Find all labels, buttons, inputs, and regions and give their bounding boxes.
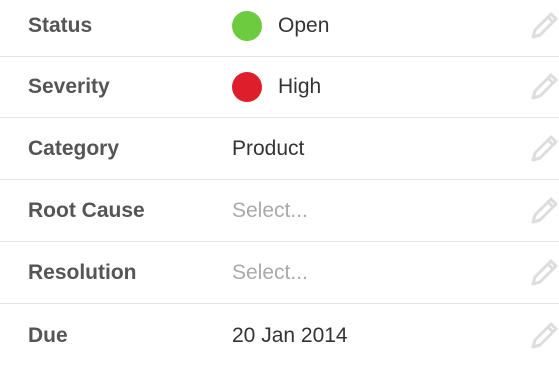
edit-root-cause-pencil-icon[interactable] xyxy=(525,181,559,241)
field-label-severity: Severity xyxy=(28,75,110,98)
field-label-root-cause: Root Cause xyxy=(28,199,145,222)
status-green-dot-icon xyxy=(232,11,262,41)
field-label-category: Category xyxy=(28,137,120,160)
edit-resolution-pencil-icon[interactable] xyxy=(525,243,559,303)
edit-status-pencil-icon[interactable] xyxy=(525,0,559,56)
severity-value-text: High xyxy=(278,75,322,98)
edit-severity-pencil-icon[interactable] xyxy=(525,57,559,117)
field-value-status[interactable]: Open xyxy=(232,0,329,56)
status-value-text: Open xyxy=(278,14,330,37)
field-label-resolution: Resolution xyxy=(28,261,137,284)
edit-due-pencil-icon[interactable] xyxy=(525,305,559,366)
severity-red-dot-icon xyxy=(232,72,262,102)
field-label-due: Due xyxy=(28,323,68,347)
field-label-status: Status xyxy=(28,14,93,37)
field-row-status[interactable]: Status Open xyxy=(0,0,559,57)
field-row-resolution[interactable]: Resolution Select... xyxy=(0,243,559,304)
issue-properties-panel: Status Open Severity High Category Produ… xyxy=(0,0,559,354)
field-row-due[interactable]: Due 20 Jan 2014 xyxy=(0,305,559,366)
field-value-root-cause[interactable]: Select... xyxy=(232,181,308,241)
field-row-severity[interactable]: Severity High xyxy=(0,57,559,118)
edit-category-pencil-icon[interactable] xyxy=(525,119,559,179)
field-row-root-cause[interactable]: Root Cause Select... xyxy=(0,181,559,242)
field-value-category[interactable]: Product xyxy=(232,119,304,179)
field-value-resolution[interactable]: Select... xyxy=(232,243,308,303)
field-value-due[interactable]: 20 Jan 2014 xyxy=(232,305,348,366)
field-value-severity[interactable]: High xyxy=(232,57,321,117)
field-row-category[interactable]: Category Product xyxy=(0,119,559,180)
